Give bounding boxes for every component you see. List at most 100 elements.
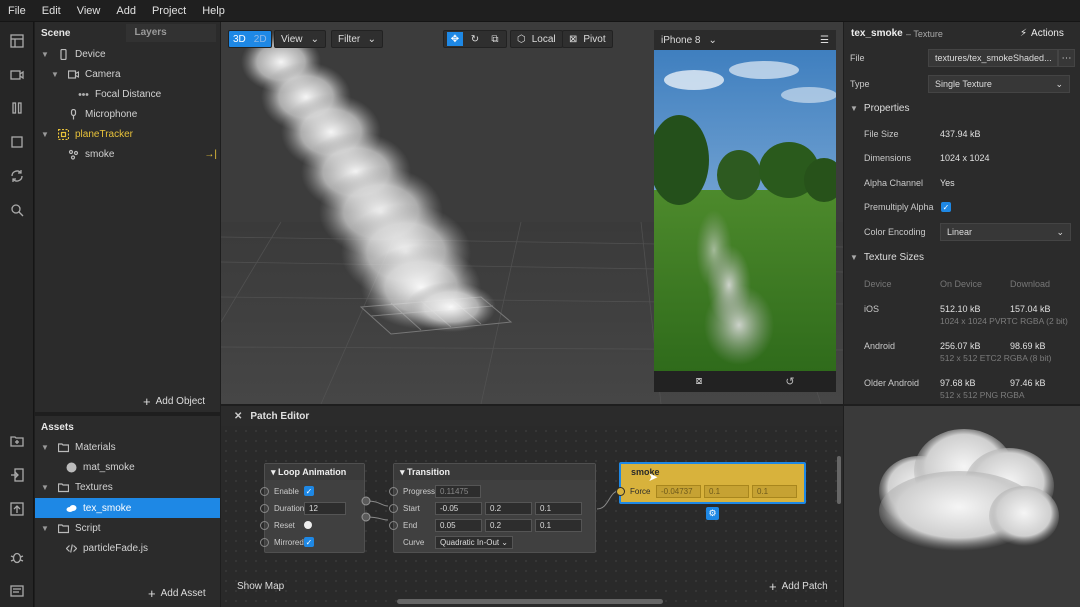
- menu-add[interactable]: Add: [108, 5, 144, 17]
- move-icon[interactable]: ✥: [447, 32, 463, 46]
- rotate-device-icon[interactable]: ↺: [785, 375, 794, 388]
- transform-tools: ✥ ↻ ⧉: [443, 30, 507, 48]
- color-encoding-dropdown[interactable]: Linear ⌄: [940, 223, 1071, 241]
- device-footer: ⧇ ↺: [654, 371, 836, 392]
- texture-size-detail: 1024 x 1024 PVRTC RGBA (2 bit): [940, 316, 1068, 326]
- caret-down-icon: ▼: [850, 104, 858, 113]
- scene-item-camera[interactable]: ▼ Camera: [51, 64, 121, 84]
- device-simulator: iPhone 8 ⌄ ☰ ⧇ ↺: [654, 30, 836, 392]
- asset-item-mat-smoke[interactable]: mat_smoke: [65, 457, 135, 477]
- mode-3d-button[interactable]: 3D: [233, 34, 246, 45]
- more-options-icon[interactable]: ⋯: [1058, 49, 1075, 67]
- properties-section[interactable]: ▼ Properties: [850, 103, 910, 114]
- focal-distance-icon: [77, 88, 89, 100]
- scale-icon[interactable]: ⧉: [487, 34, 503, 45]
- rotate-icon[interactable]: ↻: [467, 34, 483, 45]
- scene-panel: Scene Layers ▼ Device ▼ Camera Focal Dis…: [35, 22, 220, 412]
- texture-cloud-icon: [65, 502, 77, 514]
- scene-item-planetracker[interactable]: ▼ planeTracker: [41, 124, 133, 144]
- folder-icon: [57, 522, 69, 534]
- mode-toggle[interactable]: 3D 2D: [228, 30, 272, 48]
- video-icon[interactable]: [9, 67, 25, 83]
- scene-item-smoke[interactable]: smoke →|: [67, 144, 217, 164]
- horizontal-scrollbar[interactable]: [397, 599, 663, 604]
- actions-button[interactable]: ⚡︎ Actions: [1020, 28, 1064, 39]
- asset-item-tex-smoke[interactable]: tex_smoke: [35, 498, 220, 518]
- layout-icon[interactable]: [9, 33, 25, 49]
- chevron-down-icon[interactable]: ⌄: [708, 35, 716, 46]
- asset-folder-textures[interactable]: ▼ Textures: [41, 477, 113, 497]
- caret-down-icon[interactable]: ▼: [41, 443, 51, 452]
- mode-2d-button[interactable]: 2D: [254, 34, 267, 45]
- screenshot-icon[interactable]: ⧇: [695, 375, 702, 388]
- scene-item-device[interactable]: ▼ Device: [41, 44, 106, 64]
- texture-sizes-section[interactable]: ▼ Texture Sizes: [850, 252, 924, 263]
- import-icon[interactable]: [9, 467, 25, 483]
- plus-icon: +: [143, 394, 151, 409]
- asset-label: tex_smoke: [83, 502, 132, 514]
- asset-folder-materials[interactable]: ▼ Materials: [41, 437, 116, 457]
- tab-layers[interactable]: Layers: [126, 24, 217, 42]
- force-z-input[interactable]: 0.1: [752, 484, 797, 498]
- vertical-scrollbar[interactable]: [837, 456, 841, 504]
- add-folder-icon[interactable]: [9, 433, 25, 449]
- pause-icon[interactable]: [9, 100, 25, 116]
- patch-connections: [361, 490, 620, 522]
- dimensions-row: Dimensions 1024 x 1024: [864, 153, 990, 163]
- scene-item-label: smoke: [85, 148, 115, 160]
- texture-sizes-header: Device On Device Download: [864, 279, 1051, 289]
- menu-icon[interactable]: ☰: [820, 35, 829, 46]
- filter-dropdown[interactable]: Filter ⌄: [331, 30, 383, 48]
- stop-icon[interactable]: [9, 134, 25, 150]
- assets-title: Assets: [41, 421, 74, 433]
- search-icon[interactable]: [9, 202, 25, 218]
- force-x-input[interactable]: -0.04737: [656, 484, 701, 498]
- bug-icon[interactable]: [9, 549, 25, 565]
- refresh-icon[interactable]: [9, 168, 25, 184]
- caret-down-icon: ▼: [850, 253, 858, 262]
- console-icon[interactable]: [9, 583, 25, 599]
- texture-size-detail: 512 x 512 ETC2 RGBA (8 bit): [940, 353, 1052, 363]
- asset-label: Script: [75, 522, 101, 534]
- camera-icon: [67, 68, 79, 80]
- local-button[interactable]: ⬡ Local: [510, 30, 563, 48]
- add-asset-button[interactable]: + Add Asset: [148, 586, 206, 601]
- patch-editor[interactable]: ✕ Patch Editor ▾ Loop Animation Enable ✓…: [221, 406, 843, 607]
- alpha-channel-row: Alpha Channel Yes: [864, 178, 955, 188]
- caret-down-icon[interactable]: ▼: [41, 50, 51, 59]
- menu-help[interactable]: Help: [194, 5, 233, 17]
- force-y-input[interactable]: 0.1: [704, 484, 749, 498]
- inspector-type: – Texture: [906, 29, 943, 39]
- caret-down-icon[interactable]: ▼: [41, 130, 51, 139]
- type-dropdown[interactable]: Single Texture ⌄: [928, 75, 1070, 93]
- input-port[interactable]: [616, 486, 625, 496]
- caret-down-icon[interactable]: ▼: [51, 70, 61, 79]
- scene-item-microphone[interactable]: Microphone: [67, 104, 137, 124]
- add-object-button[interactable]: + Add Object: [143, 394, 205, 409]
- menu-view[interactable]: View: [69, 5, 109, 17]
- premultiply-row: Premultiply Alpha ✓: [864, 202, 951, 212]
- menu-project[interactable]: Project: [144, 5, 194, 17]
- menu-edit[interactable]: Edit: [34, 5, 69, 17]
- file-path-field[interactable]: textures/tex_smokeShaded...: [928, 49, 1058, 67]
- asset-label: mat_smoke: [83, 461, 135, 473]
- device-dropdown[interactable]: iPhone 8: [661, 35, 700, 46]
- tab-scene[interactable]: Scene: [41, 28, 70, 39]
- caret-down-icon[interactable]: ▼: [41, 524, 51, 533]
- show-map-button[interactable]: Show Map: [237, 581, 284, 592]
- camera-preview: [654, 50, 836, 371]
- caret-down-icon[interactable]: ▼: [41, 483, 51, 492]
- scene-panel-header: Scene Layers: [35, 22, 220, 44]
- add-patch-button[interactable]: + Add Patch: [769, 579, 828, 594]
- premultiply-checkbox[interactable]: ✓: [941, 202, 951, 212]
- pivot-button[interactable]: ⊠ Pivot: [562, 30, 613, 48]
- view-dropdown[interactable]: View ⌄: [274, 30, 326, 48]
- upload-icon[interactable]: [9, 501, 25, 517]
- node-settings-icon[interactable]: ⚙: [706, 507, 719, 520]
- menu-file[interactable]: File: [0, 5, 34, 17]
- assets-panel: Assets ▼ Materials mat_smoke ▼ Textures …: [35, 416, 220, 607]
- asset-item-particlefade[interactable]: particleFade.js: [65, 538, 148, 558]
- plus-icon: +: [148, 586, 156, 601]
- asset-folder-script[interactable]: ▼ Script: [41, 518, 101, 538]
- scene-item-focal-distance[interactable]: Focal Distance: [77, 84, 161, 104]
